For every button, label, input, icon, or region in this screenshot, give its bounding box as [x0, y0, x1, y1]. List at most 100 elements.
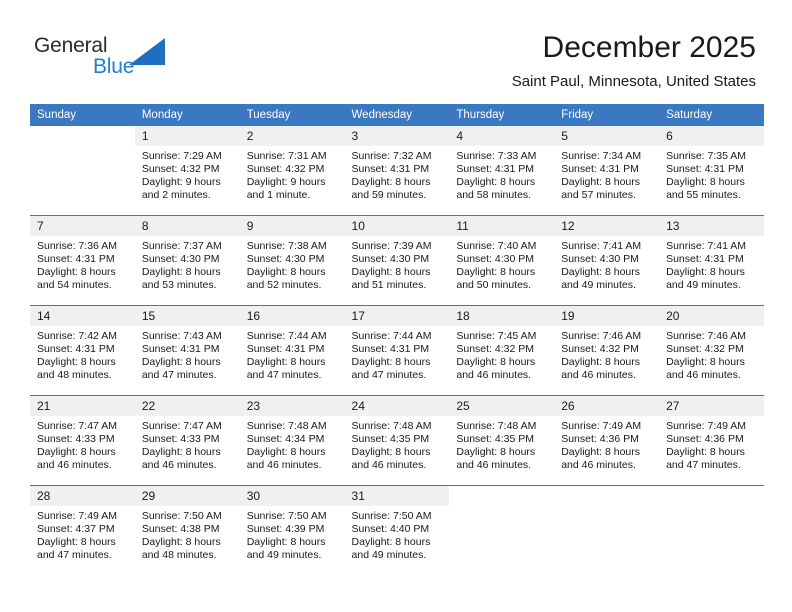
brand-logo[interactable]: General Blue: [34, 34, 204, 86]
daylight-text-line2: and 50 minutes.: [456, 278, 532, 291]
calendar-day[interactable]: 3 Sunrise: 7:32 AM Sunset: 4:31 PM Daylight…: [344, 126, 450, 215]
daylight-text-line1: Daylight: 8 hours: [561, 355, 641, 368]
calendar-day[interactable]: 1 Sunrise: 7:29 AM Sunset: 4:32 PM Daylight…: [134, 126, 240, 215]
day-details: Sunrise: 7:49 AM Sunset: 4:37 PM Daylight:…: [30, 506, 135, 562]
calendar-cell: 10 Sunrise: 7:39 AM Sunset: 4:30 PM Dayligh…: [344, 215, 450, 306]
sunset-text: Sunset: 4:31 PM: [37, 252, 115, 265]
calendar-day[interactable]: 23 Sunrise: 7:48 AM Sunset: 4:34 PM Dayligh…: [239, 396, 345, 485]
daylight-text-line2: and 48 minutes.: [141, 548, 217, 561]
sunrise-text: Sunrise: 7:37 AM: [141, 240, 222, 252]
weekday-header-tuesday: Tuesday: [239, 104, 345, 126]
daylight-text-line1: Daylight: 8 hours: [561, 445, 641, 458]
calendar-day[interactable]: 16 Sunrise: 7:44 AM Sunset: 4:31 PM Dayligh…: [239, 306, 345, 395]
calendar-day[interactable]: 28 Sunrise: 7:49 AM Sunset: 4:37 PM Dayligh…: [30, 486, 135, 576]
calendar-cell: 27 Sunrise: 7:49 AM Sunset: 4:36 PM Dayligh…: [659, 395, 764, 486]
weekday-header-wednesday: Wednesday: [344, 104, 450, 126]
calendar-day[interactable]: 26 Sunrise: 7:49 AM Sunset: 4:36 PM Dayligh…: [554, 396, 660, 485]
day-details: Sunrise: 7:50 AM Sunset: 4:40 PM Daylight:…: [345, 506, 450, 562]
day-details: Sunrise: 7:49 AM Sunset: 4:36 PM Daylight:…: [554, 416, 659, 472]
day-details: Sunrise: 7:40 AM Sunset: 4:30 PM Daylight:…: [449, 236, 554, 292]
weekday-header-monday: Monday: [134, 104, 240, 126]
calendar-day[interactable]: 8 Sunrise: 7:37 AM Sunset: 4:30 PM Daylight…: [134, 216, 240, 305]
calendar-day[interactable]: 5 Sunrise: 7:34 AM Sunset: 4:31 PM Daylight…: [554, 126, 660, 215]
calendar-cell: 4 Sunrise: 7:33 AM Sunset: 4:31 PM Daylight…: [449, 126, 555, 216]
daylight-text-line2: and 52 minutes.: [246, 278, 322, 291]
daylight-text-line2: and 48 minutes.: [37, 368, 112, 381]
calendar-day[interactable]: 20 Sunrise: 7:46 AM Sunset: 4:32 PM Dayligh…: [659, 306, 764, 395]
daylight-text-line1: Daylight: 8 hours: [456, 445, 536, 458]
day-number: 3: [344, 126, 450, 146]
calendar-body: 1 Sunrise: 7:29 AM Sunset: 4:32 PM Daylight…: [30, 126, 764, 576]
day-details: Sunrise: 7:46 AM Sunset: 4:32 PM Daylight:…: [659, 326, 764, 382]
calendar-day[interactable]: 21 Sunrise: 7:47 AM Sunset: 4:33 PM Dayligh…: [30, 396, 135, 485]
sunrise-text: Sunrise: 7:32 AM: [351, 150, 432, 162]
sunset-text: Sunset: 4:32 PM: [141, 162, 220, 175]
sunset-text: Sunset: 4:31 PM: [351, 162, 430, 175]
daylight-text-line2: and 47 minutes.: [37, 548, 112, 561]
calendar-week-row: 21 Sunrise: 7:47 AM Sunset: 4:33 PM Dayligh…: [30, 395, 764, 486]
calendar-day[interactable]: 31 Sunrise: 7:50 AM Sunset: 4:40 PM Dayligh…: [344, 486, 450, 576]
day-number: 27: [659, 396, 764, 416]
calendar-cell: 17 Sunrise: 7:44 AM Sunset: 4:31 PM Dayligh…: [344, 305, 450, 396]
day-number: 20: [659, 306, 764, 326]
daylight-text-line2: and 49 minutes.: [666, 278, 741, 291]
sunset-text: Sunset: 4:31 PM: [456, 162, 535, 175]
calendar-day[interactable]: 12 Sunrise: 7:41 AM Sunset: 4:30 PM Dayligh…: [554, 216, 660, 305]
calendar-day[interactable]: 19 Sunrise: 7:46 AM Sunset: 4:32 PM Dayligh…: [554, 306, 660, 395]
calendar-day[interactable]: 11 Sunrise: 7:40 AM Sunset: 4:30 PM Dayligh…: [449, 216, 555, 305]
calendar-day[interactable]: 15 Sunrise: 7:43 AM Sunset: 4:31 PM Dayligh…: [134, 306, 240, 395]
daylight-text-line2: and 46 minutes.: [666, 368, 741, 381]
page-subtitle: Saint Paul, Minnesota, United States: [511, 73, 756, 90]
daylight-text-line1: Daylight: 8 hours: [666, 355, 745, 368]
daylight-text-line2: and 1 minute.: [246, 188, 311, 201]
daylight-text-line2: and 47 minutes.: [666, 458, 741, 471]
calendar-cell: 25 Sunrise: 7:48 AM Sunset: 4:35 PM Dayligh…: [449, 395, 555, 486]
day-number: [554, 486, 659, 506]
calendar-cell: 23 Sunrise: 7:48 AM Sunset: 4:34 PM Dayligh…: [239, 395, 345, 486]
daylight-text-line2: and 46 minutes.: [37, 458, 112, 471]
sunrise-text: Sunrise: 7:46 AM: [666, 330, 747, 342]
day-details: Sunrise: 7:41 AM Sunset: 4:31 PM Daylight:…: [659, 236, 764, 292]
calendar-day[interactable]: 29 Sunrise: 7:50 AM Sunset: 4:38 PM Dayligh…: [134, 486, 240, 576]
calendar-day-empty: [554, 486, 659, 576]
calendar-page: General Blue December 2025 Saint Paul, M…: [0, 0, 792, 612]
daylight-text-line1: Daylight: 8 hours: [37, 265, 116, 278]
calendar-day[interactable]: 27 Sunrise: 7:49 AM Sunset: 4:36 PM Dayligh…: [659, 396, 764, 485]
calendar-day[interactable]: 2 Sunrise: 7:31 AM Sunset: 4:32 PM Daylight…: [239, 126, 345, 215]
sunrise-text: Sunrise: 7:38 AM: [246, 240, 327, 252]
calendar-day[interactable]: 25 Sunrise: 7:48 AM Sunset: 4:35 PM Dayligh…: [449, 396, 555, 485]
calendar-cell: 9 Sunrise: 7:38 AM Sunset: 4:30 PM Daylight…: [239, 215, 345, 306]
calendar-day[interactable]: 14 Sunrise: 7:42 AM Sunset: 4:31 PM Dayligh…: [30, 306, 135, 395]
calendar-day[interactable]: 18 Sunrise: 7:45 AM Sunset: 4:32 PM Dayligh…: [449, 306, 555, 395]
calendar-day[interactable]: 9 Sunrise: 7:38 AM Sunset: 4:30 PM Daylight…: [239, 216, 345, 305]
sunset-text: Sunset: 4:31 PM: [351, 342, 430, 355]
daylight-text-line1: Daylight: 8 hours: [246, 265, 326, 278]
sunrise-text: Sunrise: 7:47 AM: [141, 420, 222, 432]
day-details: Sunrise: 7:46 AM Sunset: 4:32 PM Daylight:…: [554, 326, 659, 382]
calendar-day[interactable]: 30 Sunrise: 7:50 AM Sunset: 4:39 PM Dayligh…: [239, 486, 345, 576]
calendar-cell: 19 Sunrise: 7:46 AM Sunset: 4:32 PM Dayligh…: [554, 305, 660, 396]
sunset-text: Sunset: 4:30 PM: [351, 252, 430, 265]
calendar-day[interactable]: 13 Sunrise: 7:41 AM Sunset: 4:31 PM Dayligh…: [659, 216, 764, 305]
calendar-day[interactable]: 7 Sunrise: 7:36 AM Sunset: 4:31 PM Daylight…: [30, 216, 135, 305]
calendar-day[interactable]: 24 Sunrise: 7:48 AM Sunset: 4:35 PM Dayligh…: [344, 396, 450, 485]
calendar-cell: [449, 485, 555, 576]
title-block: December 2025 Saint Paul, Minnesota, Uni…: [512, 30, 756, 92]
sunrise-text: Sunrise: 7:44 AM: [351, 330, 432, 342]
calendar-day[interactable]: 10 Sunrise: 7:39 AM Sunset: 4:30 PM Dayligh…: [344, 216, 450, 305]
weekday-header-thursday: Thursday: [449, 104, 555, 126]
daylight-text-line1: Daylight: 8 hours: [666, 175, 745, 188]
calendar-day[interactable]: 4 Sunrise: 7:33 AM Sunset: 4:31 PM Daylight…: [449, 126, 555, 215]
daylight-text-line2: and 49 minutes.: [561, 278, 636, 291]
calendar-day[interactable]: 17 Sunrise: 7:44 AM Sunset: 4:31 PM Dayligh…: [344, 306, 450, 395]
weekday-header-friday: Friday: [554, 104, 660, 126]
day-number: 12: [554, 216, 660, 236]
calendar-day-empty: [659, 486, 764, 576]
sunrise-text: Sunrise: 7:48 AM: [246, 420, 327, 432]
day-number: 15: [134, 306, 240, 326]
day-details: Sunrise: 7:50 AM Sunset: 4:39 PM Daylight:…: [240, 506, 345, 562]
calendar-day[interactable]: 22 Sunrise: 7:47 AM Sunset: 4:33 PM Dayligh…: [134, 396, 240, 485]
calendar-day[interactable]: 6 Sunrise: 7:35 AM Sunset: 4:31 PM Daylight…: [659, 126, 764, 215]
calendar-cell: 28 Sunrise: 7:49 AM Sunset: 4:37 PM Dayligh…: [30, 485, 135, 576]
day-number: [30, 126, 135, 146]
